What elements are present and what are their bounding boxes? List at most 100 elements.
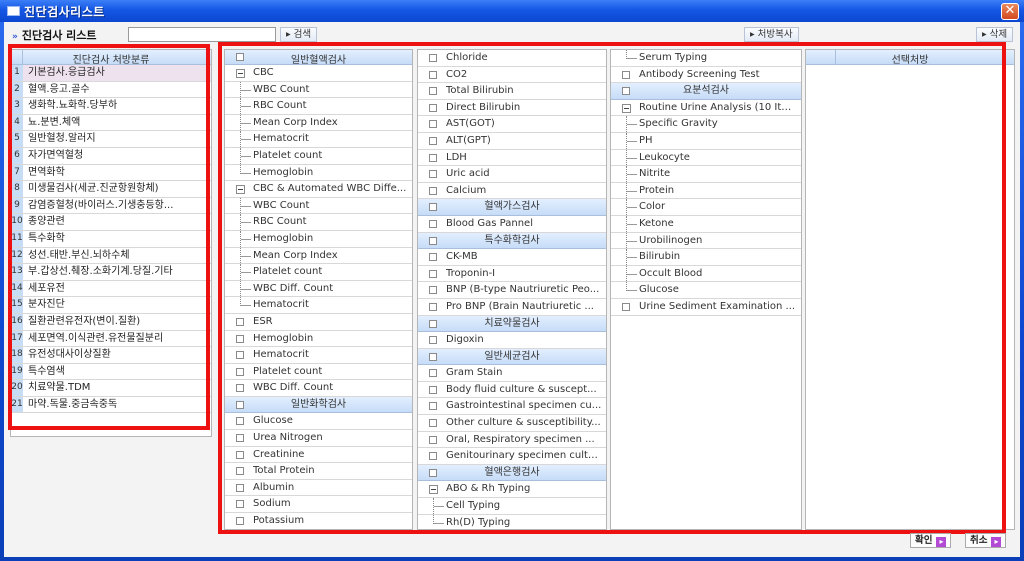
category-item[interactable]: 12 성선.태반.부신.뇌하수체 [11, 247, 211, 265]
test-item[interactable]: Antibody Screening Test [611, 67, 801, 84]
category-item[interactable]: 15 분자진단 [11, 297, 211, 314]
test-item[interactable]: Gram Stain [418, 365, 606, 382]
test-subitem[interactable]: RBC Count [225, 98, 412, 115]
test-subitem[interactable]: Mean Corp Index [225, 114, 412, 132]
test-item[interactable]: Direct Bilirubin [418, 100, 606, 117]
checkbox[interactable] [236, 417, 244, 426]
test-group[interactable]: ABO & Rh Typing [418, 481, 606, 499]
search-button[interactable]: ▶ 검색 [280, 27, 318, 42]
test-item[interactable]: CK-MB [418, 249, 606, 266]
test-item[interactable]: Uric acid [418, 166, 606, 183]
section-header[interactable]: 특수화학검사 [418, 232, 606, 250]
test-item[interactable]: Blood Gas Pannel [418, 216, 606, 233]
test-item[interactable]: Total Protein [225, 463, 412, 480]
test-item[interactable]: Oral, Respiratory specimen ... [418, 432, 606, 449]
checkbox[interactable] [236, 450, 244, 459]
category-item[interactable]: 1 기본검사.응급검사 [11, 65, 211, 82]
test-subitem[interactable]: Leukocyte [611, 149, 801, 167]
test-subitem[interactable]: Mean Corp Index [225, 247, 412, 265]
checkbox[interactable] [236, 517, 244, 526]
test-subitem[interactable]: Platelet count [225, 264, 412, 281]
checkbox[interactable] [429, 302, 437, 311]
checkbox[interactable] [429, 87, 437, 96]
category-item[interactable]: 10 종양관련 [11, 214, 211, 231]
checkbox[interactable] [429, 153, 437, 162]
checkbox[interactable] [429, 336, 437, 345]
section-header[interactable]: 일반화학검사 [225, 396, 412, 414]
test-subitem[interactable]: PH [611, 132, 801, 150]
test-subitem[interactable]: Specific Gravity [611, 116, 801, 133]
checkbox[interactable] [429, 286, 437, 295]
category-item[interactable]: 3 생화학.뇨화학.당부하 [11, 98, 211, 115]
checkbox[interactable] [236, 317, 244, 326]
test-subitem[interactable]: WBC Count [225, 81, 412, 99]
test-item[interactable]: AST(GOT) [418, 116, 606, 133]
test-item[interactable]: Pro BNP (Brain Nautriuretic ... [418, 299, 606, 316]
collapse-icon[interactable] [236, 69, 245, 78]
test-item[interactable]: Urea Nitrogen [225, 430, 412, 447]
checkbox[interactable] [236, 434, 244, 443]
category-item[interactable]: 5 일반혈청.알러지 [11, 131, 211, 148]
test-subitem[interactable]: Rh(D) Typing [418, 514, 606, 529]
category-item[interactable]: 16 질환관련유전자(변이.질환) [11, 313, 211, 331]
collapse-icon[interactable] [622, 103, 631, 113]
test-subitem[interactable]: Hematocrit [225, 297, 412, 314]
category-item[interactable]: 18 유전성대사이상질환 [11, 347, 211, 364]
category-item[interactable]: 7 면역화학 [11, 164, 211, 182]
category-item[interactable]: 8 미생물검사(세균.진균항원항체) [11, 181, 211, 198]
category-item[interactable]: 4 뇨.분변.체액 [11, 114, 211, 132]
test-item[interactable]: ALT(GPT) [418, 133, 606, 150]
test-item[interactable]: Body fluid culture & suscept... [418, 382, 606, 399]
category-item[interactable]: 21 마약.독물.중금속중독 [11, 396, 211, 414]
checkbox[interactable] [236, 367, 244, 376]
test-item[interactable]: Troponin-I [418, 266, 606, 283]
test-item[interactable]: Gastrointestinal specimen cu... [418, 398, 606, 416]
checkbox[interactable] [429, 120, 437, 129]
test-item[interactable]: Calcium [418, 183, 606, 200]
category-item[interactable]: 17 세포면역.이식관련.유전물질분리 [11, 330, 211, 348]
checkbox[interactable] [429, 70, 437, 79]
test-item[interactable]: Digoxin [418, 332, 606, 349]
test-item[interactable]: Hematocrit [225, 347, 412, 364]
section-header[interactable]: 혈액가스검사 [418, 199, 606, 216]
test-subitem[interactable]: Bilirubin [611, 249, 801, 266]
test-item[interactable]: Urine Sediment Examination ... [611, 299, 801, 316]
close-button[interactable]: ✕ [1001, 3, 1019, 20]
test-item[interactable]: CO2 [418, 67, 606, 84]
collapse-icon[interactable] [429, 485, 438, 495]
collapse-icon[interactable] [236, 185, 245, 195]
test-subitem[interactable]: Hemoglobin [225, 230, 412, 248]
test-subitem[interactable]: WBC Diff. Count [225, 280, 412, 298]
checkbox[interactable] [236, 334, 244, 343]
test-item[interactable]: Albumin [225, 480, 412, 497]
category-item[interactable]: 13 부.갑상선.췌장.소화기계.당질.기타 [11, 264, 211, 281]
test-item[interactable]: Chloride [418, 50, 606, 67]
copy-prescription-button[interactable]: ▶ 처방복사 [744, 27, 799, 42]
checkbox[interactable] [236, 467, 244, 476]
test-item[interactable]: ESR [225, 314, 412, 331]
checkbox[interactable] [622, 302, 630, 311]
section-header[interactable]: 혈액은행검사 [418, 464, 606, 482]
test-item[interactable]: Glucose [225, 413, 412, 431]
checkbox[interactable] [429, 219, 437, 228]
test-subitem[interactable]: Nitrite [611, 166, 801, 183]
checkbox[interactable] [429, 369, 437, 378]
test-subitem[interactable]: Color [611, 199, 801, 216]
category-item[interactable]: 9 감염증혈청(바이러스.기생충등항... [11, 197, 211, 215]
test-item[interactable]: BNP (B-type Nautriuretic Peo... [418, 282, 606, 299]
test-subitem[interactable]: Ketone [611, 215, 801, 233]
category-item[interactable]: 19 특수염색 [11, 363, 211, 381]
checkbox[interactable] [429, 186, 437, 195]
checkbox[interactable] [236, 500, 244, 509]
test-subitem[interactable]: Occult Blood [611, 265, 801, 283]
title-bar[interactable]: 진단검사리스트 ✕ [0, 0, 1024, 22]
checkbox[interactable] [429, 402, 437, 411]
delete-button[interactable]: ▶ 삭제 [976, 27, 1014, 42]
test-subitem[interactable]: Glucose [611, 282, 801, 299]
test-group[interactable]: CBC & Automated WBC Diffe... [225, 181, 412, 198]
test-subitem[interactable]: Urobilinogen [611, 232, 801, 250]
test-item[interactable]: LDH [418, 150, 606, 167]
checkbox[interactable] [429, 170, 437, 179]
category-item[interactable]: 14 세포유전 [11, 280, 211, 298]
test-item[interactable]: WBC Diff. Count [225, 380, 412, 397]
